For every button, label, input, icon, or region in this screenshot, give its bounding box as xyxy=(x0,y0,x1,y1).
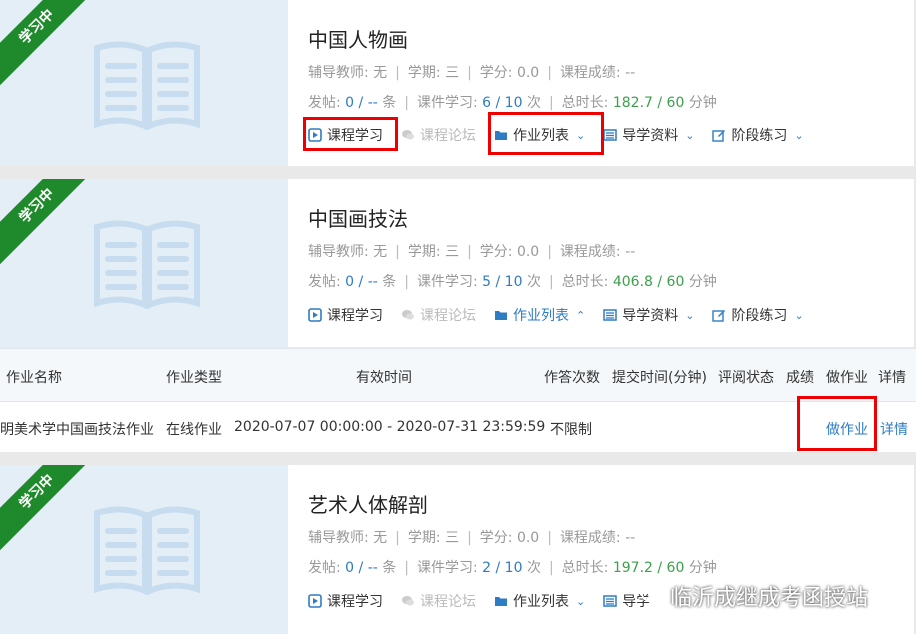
play-icon xyxy=(308,308,322,322)
homework-list-button[interactable]: 作业列表 ⌃ xyxy=(494,305,585,325)
homework-name: 明美术学中国画技法作业 xyxy=(0,422,154,438)
guide-materials-button[interactable]: 导学资料 ⌄ xyxy=(603,305,694,325)
stage-practice-button[interactable]: 阶段练习 ⌄ xyxy=(712,305,804,325)
course-title[interactable]: 艺术人体解剖 xyxy=(308,489,428,518)
play-icon xyxy=(308,128,322,142)
course-meta-row: 辅导教师: 无 | 学期: 三 | 学分: 0.0 | 课程成绩: -- xyxy=(308,530,636,546)
folder-icon xyxy=(494,594,508,608)
header-cell: 做作业 xyxy=(826,370,868,386)
wechat-icon xyxy=(641,586,663,605)
course-thumbnail[interactable]: 学习中 xyxy=(0,465,288,634)
course-stats-row: 发帖: 0 / -- 条 | 课件学习: 2 / 10 次 | 总时长: 197.2 /… xyxy=(308,560,717,576)
course-stats-row: 发帖: 0 / -- 条 | 课件学习: 6 / 10 次 | 总时长: 182.7 /… xyxy=(308,95,717,111)
homework-attempts: 不限制 xyxy=(550,422,592,438)
list-icon xyxy=(603,594,617,608)
homework-type: 在线作业 xyxy=(166,422,222,438)
course-thumbnail[interactable]: 学习中 xyxy=(0,0,288,166)
list-icon xyxy=(603,308,617,322)
chevron-down-icon: ⌄ xyxy=(794,308,804,322)
guide-materials-button[interactable]: 导学资料 ⌄ xyxy=(603,125,694,145)
header-cell: 作答次数 xyxy=(544,370,600,386)
course-forum-button[interactable]: 课程论坛 xyxy=(401,125,476,145)
header-cell: 作业类型 xyxy=(166,370,222,386)
course-actions: 课程学习 课程论坛 作业列表 ⌄ 导学 xyxy=(308,591,650,611)
chevron-down-icon: ⌄ xyxy=(794,128,804,142)
detail-link[interactable]: 详情 xyxy=(880,419,908,439)
chat-icon xyxy=(401,128,415,142)
course-card: 学习中 中国画技法 辅导教师: 无 | 学期: 三 | 学分: 0.0 | 课程成绩: --… xyxy=(0,179,914,347)
course-actions: 课程学习 课程论坛 作业列表 ⌃ 导学资料 ⌄ 阶段练习 ⌄ xyxy=(308,305,804,325)
header-cell: 评阅状态 xyxy=(718,370,774,386)
homework-list-button[interactable]: 作业列表 ⌄ xyxy=(494,125,585,145)
header-cell: 详情 xyxy=(878,370,906,386)
homework-table: 作业名称 作业类型 有效时间 作答次数 提交时间(分钟) 评阅状态 成绩 做作业… xyxy=(0,348,916,452)
chevron-down-icon: ⌄ xyxy=(576,594,586,608)
table-header: 作业名称 作业类型 有效时间 作答次数 提交时间(分钟) 评阅状态 成绩 做作业… xyxy=(0,348,916,402)
status-ribbon: 学习中 xyxy=(0,179,101,270)
watermark-text: 临沂成继成考函授站 xyxy=(670,586,869,611)
do-homework-link[interactable]: 做作业 xyxy=(826,419,868,439)
course-study-button[interactable]: 课程学习 xyxy=(308,591,383,611)
folder-icon xyxy=(494,128,508,142)
header-cell: 提交时间(分钟) xyxy=(612,370,707,386)
stage-practice-button[interactable]: 阶段练习 ⌄ xyxy=(712,125,804,145)
status-ribbon: 学习中 xyxy=(0,0,101,91)
course-title[interactable]: 中国画技法 xyxy=(308,203,408,232)
course-title[interactable]: 中国人物画 xyxy=(308,24,408,53)
course-actions: 课程学习 课程论坛 作业列表 ⌄ 导学资料 ⌄ 阶段练习 ⌄ xyxy=(308,125,804,145)
header-cell: 成绩 xyxy=(786,370,814,386)
course-forum-button[interactable]: 课程论坛 xyxy=(401,305,476,325)
list-icon xyxy=(603,128,617,142)
chevron-down-icon: ⌄ xyxy=(685,308,695,322)
book-icon xyxy=(92,40,202,130)
course-study-button[interactable]: 课程学习 xyxy=(308,305,383,325)
chevron-down-icon: ⌄ xyxy=(576,128,586,142)
homework-valid-time: 2020-07-07 00:00:00 - 2020-07-31 23:59:5… xyxy=(234,419,546,435)
book-icon xyxy=(92,505,202,595)
course-study-button[interactable]: 课程学习 xyxy=(308,125,383,145)
status-ribbon: 学习中 xyxy=(0,465,101,556)
watermark: 临沂成继成考函授站 xyxy=(640,580,868,612)
chat-icon xyxy=(401,594,415,608)
chevron-down-icon: ⌄ xyxy=(685,128,695,142)
edit-icon xyxy=(712,128,726,142)
header-cell: 作业名称 xyxy=(6,370,62,386)
course-stats-row: 发帖: 0 / -- 条 | 课件学习: 5 / 10 次 | 总时长: 406.8 /… xyxy=(308,274,717,290)
edit-icon xyxy=(712,308,726,322)
chevron-up-icon: ⌃ xyxy=(576,308,586,322)
header-cell: 有效时间 xyxy=(356,370,412,386)
course-forum-button[interactable]: 课程论坛 xyxy=(401,591,476,611)
table-row: 明美术学中国画技法作业 在线作业 2020-07-07 00:00:00 - 2… xyxy=(0,402,916,452)
course-meta-row: 辅导教师: 无 | 学期: 三 | 学分: 0.0 | 课程成绩: -- xyxy=(308,65,636,81)
course-card: 学习中 中国人物画 辅导教师: 无 | 学期: 三 | 学分: 0.0 | 课程成绩: --… xyxy=(0,0,914,166)
homework-list-button[interactable]: 作业列表 ⌄ xyxy=(494,591,585,611)
play-icon xyxy=(308,594,322,608)
course-thumbnail[interactable]: 学习中 xyxy=(0,179,288,347)
folder-icon xyxy=(494,308,508,322)
book-icon xyxy=(92,219,202,309)
course-meta-row: 辅导教师: 无 | 学期: 三 | 学分: 0.0 | 课程成绩: -- xyxy=(308,244,636,260)
chat-icon xyxy=(401,308,415,322)
